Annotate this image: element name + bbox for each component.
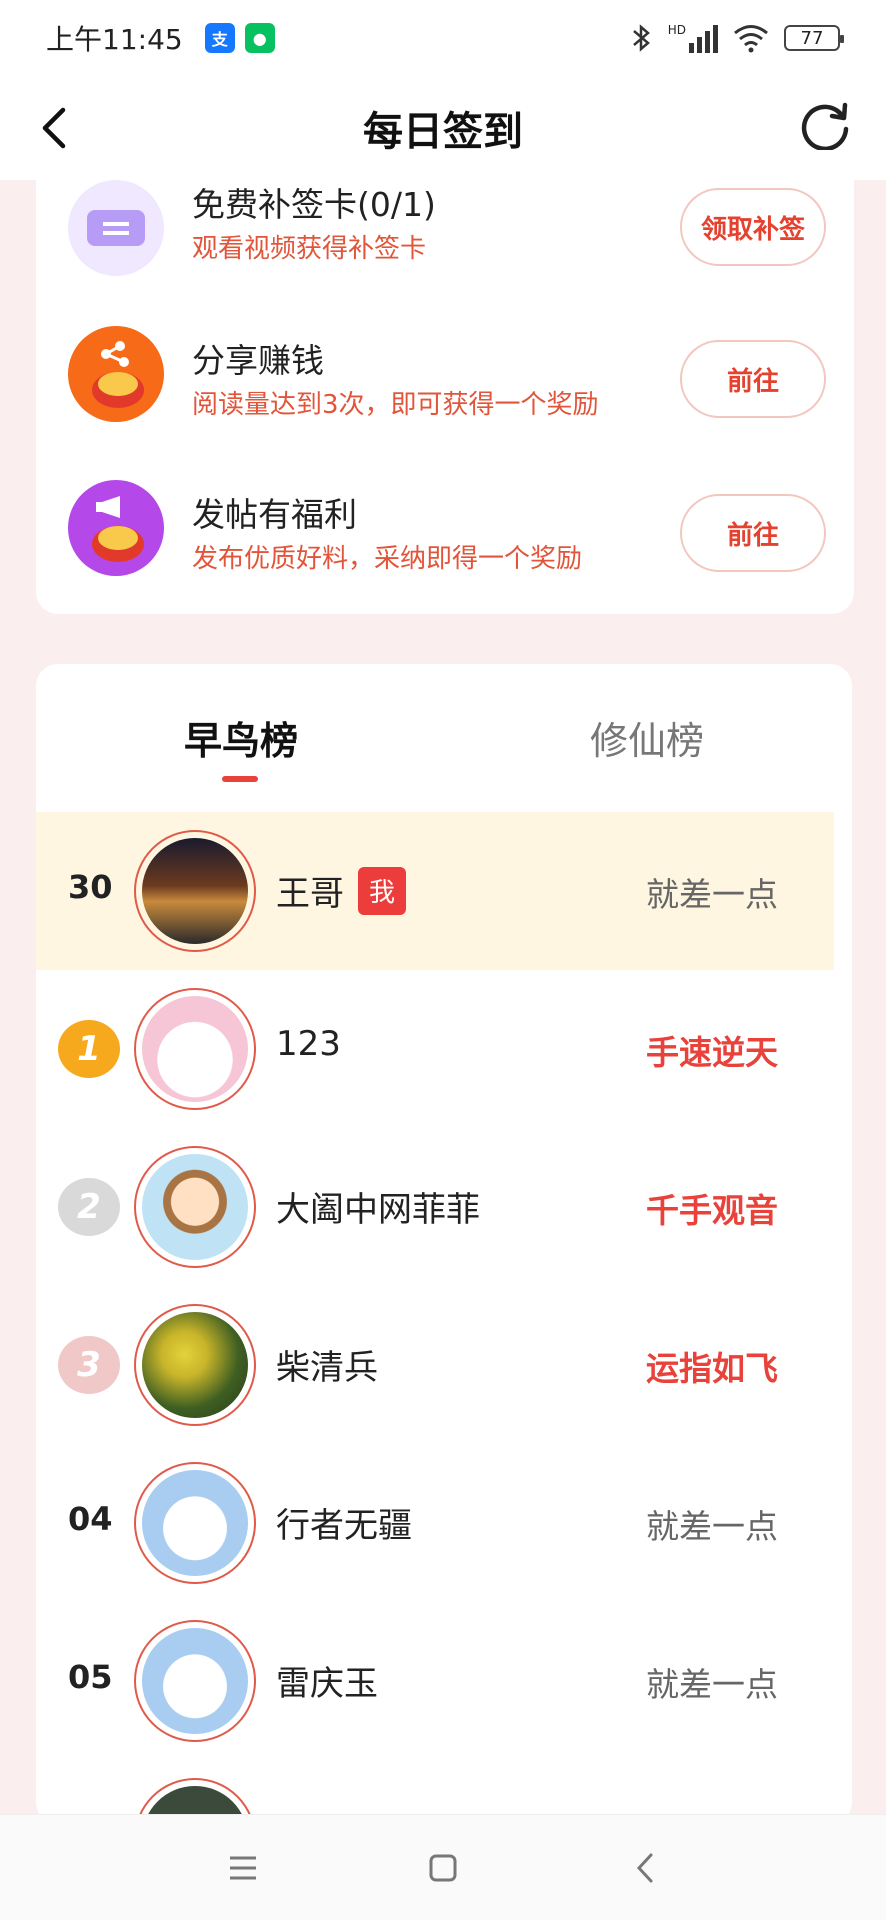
rank-status: 就差一点: [646, 875, 778, 914]
user-name: 雷庆玉: [276, 1664, 378, 1704]
megaphone-icon: [68, 480, 164, 576]
menu-icon: [230, 1856, 256, 1880]
tab-immortal[interactable]: 修仙榜: [590, 710, 704, 765]
user-name: 王哥 我: [276, 866, 406, 915]
task-desc: 发布优质好料，采纳即得一个奖励: [192, 544, 583, 574]
task-desc: 阅读量达到3次，即可获得一个奖励: [192, 390, 599, 420]
user-name: 大阖中网菲菲: [276, 1190, 480, 1230]
me-badge: 我: [358, 866, 406, 915]
rank-status: 手速逆天: [646, 1033, 778, 1072]
signal-icon: HD: [668, 23, 718, 53]
bluetooth-icon: [632, 24, 650, 52]
leaderboard-row[interactable]: 05 雷庆玉 就差一点: [36, 1602, 834, 1760]
rank-number: 05: [68, 1658, 113, 1696]
signal-label: HD: [667, 23, 686, 37]
chevron-left-icon: [42, 107, 66, 149]
user-name: 柴清兵: [276, 1348, 378, 1388]
rank-status: 就差一点: [646, 1665, 778, 1704]
user-name: 123: [276, 1024, 341, 1064]
tab-early-bird[interactable]: 早鸟榜: [184, 710, 298, 765]
leaderboard-row[interactable]: 04 行者无疆 就差一点: [36, 1444, 834, 1602]
rank-number: 04: [68, 1500, 113, 1538]
go-share-button[interactable]: 前往: [680, 340, 826, 418]
back-button[interactable]: [24, 98, 84, 158]
status-bar: 上午11:45 支 ● HD 77: [0, 0, 886, 76]
user-name-text: 王哥: [276, 874, 344, 914]
rank-status: 就差一点: [646, 1507, 778, 1546]
rank-status: 运指如飞: [646, 1349, 778, 1388]
leaderboard-row-me[interactable]: 30 王哥 我 就差一点: [36, 812, 834, 970]
task-name: 分享赚钱: [192, 341, 324, 380]
avatar: [134, 1146, 256, 1268]
system-nav-bar: [0, 1814, 886, 1920]
task-name: 发帖有福利: [192, 495, 357, 534]
task-share: 分享赚钱 阅读量达到3次，即可获得一个奖励 前往: [36, 306, 854, 436]
page-title: 每日签到: [363, 109, 523, 155]
nav-back-button[interactable]: [622, 1845, 668, 1891]
leaderboard-card: 早鸟榜 修仙榜 30 王哥 我 就差一点 1 123 手速逆天 2 大阖中网菲菲…: [36, 664, 852, 1824]
user-name: 行者无疆: [276, 1506, 412, 1546]
leaderboard-row[interactable]: 3 柴清兵 运指如飞: [36, 1286, 834, 1444]
alipay-icon: 支: [204, 23, 235, 53]
wifi-icon: [734, 25, 768, 53]
avatar: [134, 830, 256, 952]
task-name: 免费补签卡(0/1): [192, 185, 436, 224]
task-desc: 观看视频获得补签卡: [192, 234, 427, 264]
task-makeup-card: 免费补签卡(0/1) 观看视频获得补签卡 领取补签: [36, 150, 854, 280]
tasks-card: 免费补签卡(0/1) 观看视频获得补签卡 领取补签 分享赚钱 阅读量达到3次，即…: [36, 150, 854, 614]
avatar: [134, 1620, 256, 1742]
battery-level: 77: [800, 27, 824, 49]
home-button[interactable]: [420, 1845, 466, 1891]
bronze-medal-icon: 3: [58, 1336, 120, 1394]
home-square-icon: [429, 1854, 457, 1882]
leaderboard-row[interactable]: 1 123 手速逆天: [36, 970, 834, 1128]
avatar: [134, 1304, 256, 1426]
avatar: [134, 1462, 256, 1584]
rank-status: 千手观音: [646, 1191, 778, 1230]
status-time: 上午11:45: [46, 23, 183, 56]
rank-number: 30: [68, 868, 113, 906]
refresh-icon: [801, 102, 849, 152]
wechat-icon: ●: [244, 23, 275, 53]
tab-indicator: [222, 776, 258, 782]
silver-medal-icon: 2: [58, 1178, 120, 1236]
avatar: [134, 988, 256, 1110]
task-post: 发帖有福利 发布优质好料，采纳即得一个奖励 前往: [36, 460, 854, 590]
chevron-left-icon: [636, 1853, 653, 1883]
gold-medal-icon: 1: [58, 1020, 120, 1078]
ticket-icon: [68, 180, 164, 276]
leaderboard-tabs: 早鸟榜 修仙榜: [36, 664, 852, 794]
claim-makeup-button[interactable]: 领取补签: [680, 188, 826, 266]
share-icon: [68, 326, 164, 422]
menu-button[interactable]: [220, 1845, 266, 1891]
battery-icon: 77: [784, 25, 844, 51]
leaderboard-row[interactable]: 2 大阖中网菲菲 千手观音: [36, 1128, 834, 1286]
go-post-button[interactable]: 前往: [680, 494, 826, 572]
